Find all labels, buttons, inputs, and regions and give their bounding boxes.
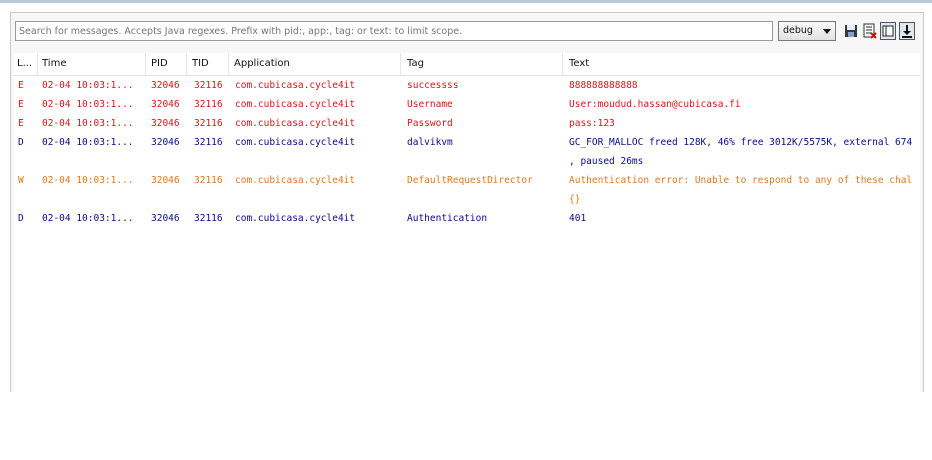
scroll-lock-icon[interactable]: [899, 22, 915, 40]
row-tid: 32116: [194, 175, 223, 186]
row-level: E: [18, 80, 24, 91]
row-application: com.cubicasa.cycle4it: [235, 213, 356, 224]
row-pid: 32046: [151, 175, 180, 186]
row-tid: 32116: [194, 137, 223, 148]
row-tid: 32116: [194, 80, 223, 91]
row-tag: Password: [407, 118, 453, 129]
row-time: 02-04 10:03:1...: [42, 80, 134, 91]
logcat-toolbar: debug: [11, 13, 923, 51]
row-application: com.cubicasa.cycle4it: [235, 175, 356, 186]
column-divider[interactable]: [400, 53, 401, 75]
row-time: 02-04 10:03:1...: [42, 118, 134, 129]
row-text-continuation: , paused 26ms: [569, 156, 644, 167]
row-pid: 32046: [151, 137, 180, 148]
row-time: 02-04 10:03:1...: [42, 99, 134, 110]
log-level-value: debug: [783, 25, 813, 36]
row-tag: Username: [407, 99, 453, 110]
logcat-panel: debug: [10, 12, 924, 392]
column-header-text[interactable]: Text: [569, 58, 589, 69]
row-pid: 32046: [151, 80, 180, 91]
column-header-application[interactable]: Application: [234, 58, 290, 69]
row-level: D: [18, 213, 24, 224]
column-header-pid[interactable]: PID: [151, 58, 168, 69]
row-pid: 32046: [151, 213, 180, 224]
column-divider[interactable]: [37, 53, 38, 75]
log-row[interactable]: W 02-04 10:03:1... 32046 32116 com.cubic…: [14, 175, 920, 213]
row-text: 888888888888: [569, 80, 638, 91]
column-header-time[interactable]: Time: [42, 58, 66, 69]
log-table-header: L... Time PID TID Application Tag Text: [14, 53, 920, 76]
row-tag: Authentication: [407, 213, 488, 224]
window-top-border: [0, 0, 932, 3]
chevron-down-icon: [823, 29, 831, 34]
row-text: pass:123: [569, 118, 615, 129]
log-row[interactable]: E 02-04 10:03:1... 32046 32116 com.cubic…: [14, 99, 920, 118]
row-tid: 32116: [194, 118, 223, 129]
log-level-select[interactable]: debug: [778, 21, 836, 41]
row-time: 02-04 10:03:1...: [42, 175, 134, 186]
row-text: User:moudud.hassan@cubicasa.fi: [569, 99, 741, 110]
clear-log-icon[interactable]: [862, 22, 878, 40]
log-row[interactable]: D 02-04 10:03:1... 32046 32116 com.cubic…: [14, 213, 920, 232]
row-text: GC_FOR_MALLOC freed 128K, 46% free 3012K…: [569, 137, 913, 148]
row-application: com.cubicasa.cycle4it: [235, 99, 356, 110]
column-divider[interactable]: [228, 53, 229, 75]
column-divider[interactable]: [186, 53, 187, 75]
toggle-panel-icon[interactable]: [880, 22, 896, 40]
row-level: D: [18, 137, 24, 148]
column-divider[interactable]: [562, 53, 563, 75]
row-text: Authentication error: Unable to respond …: [569, 175, 913, 186]
row-level: E: [18, 118, 24, 129]
search-input[interactable]: [15, 21, 773, 41]
row-pid: 32046: [151, 118, 180, 129]
row-text: 401: [569, 213, 587, 224]
row-tid: 32116: [194, 213, 223, 224]
column-header-tag[interactable]: Tag: [407, 58, 424, 69]
row-pid: 32046: [151, 99, 180, 110]
row-tag: dalvikvm: [407, 137, 453, 148]
log-row[interactable]: D 02-04 10:03:1... 32046 32116 com.cubic…: [14, 137, 920, 175]
row-time: 02-04 10:03:1...: [42, 213, 134, 224]
column-divider[interactable]: [145, 53, 146, 75]
row-level: W: [18, 175, 24, 186]
row-time: 02-04 10:03:1...: [42, 137, 134, 148]
row-application: com.cubicasa.cycle4it: [235, 137, 356, 148]
row-application: com.cubicasa.cycle4it: [235, 118, 356, 129]
column-header-tid[interactable]: TID: [192, 58, 209, 69]
row-tag: successss: [407, 80, 459, 91]
row-application: com.cubicasa.cycle4it: [235, 80, 356, 91]
log-row[interactable]: E 02-04 10:03:1... 32046 32116 com.cubic…: [14, 80, 920, 99]
row-tag: DefaultRequestDirector: [407, 175, 533, 186]
row-tid: 32116: [194, 99, 223, 110]
row-text-continuation: {}: [569, 194, 581, 205]
log-table: L... Time PID TID Application Tag Text E…: [14, 53, 920, 392]
row-level: E: [18, 99, 24, 110]
log-row[interactable]: E 02-04 10:03:1... 32046 32116 com.cubic…: [14, 118, 920, 137]
save-icon[interactable]: [843, 22, 859, 40]
column-header-level[interactable]: L...: [17, 58, 32, 69]
